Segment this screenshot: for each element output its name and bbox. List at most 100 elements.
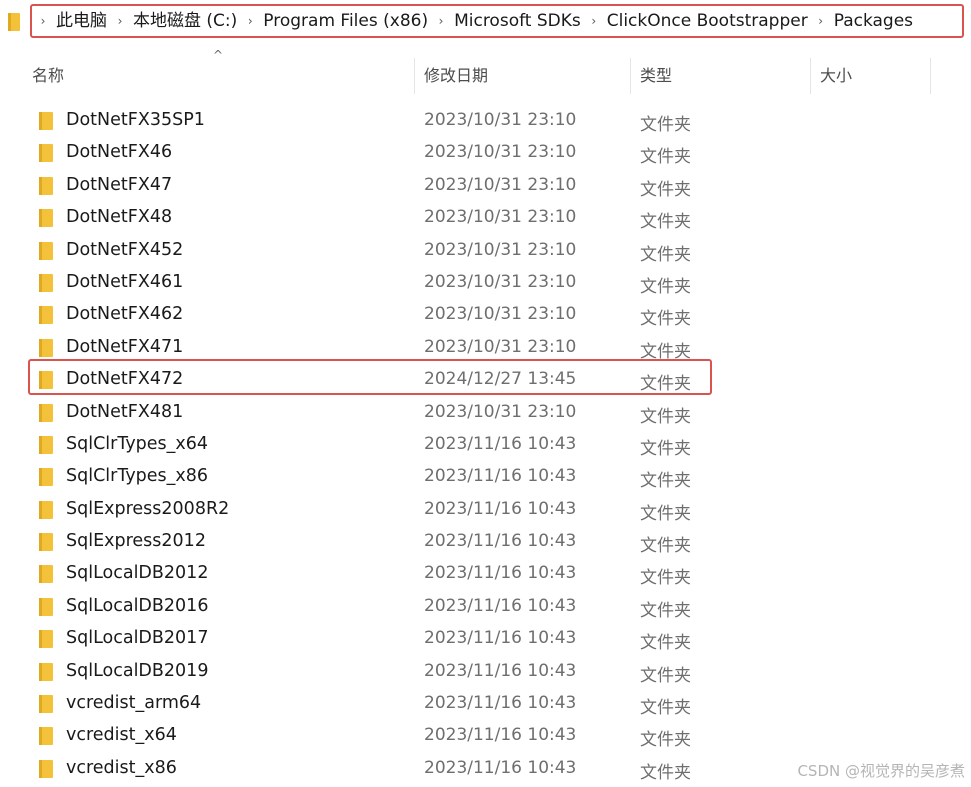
file-name: vcredist_x86 xyxy=(66,757,177,778)
column-header-type[interactable]: 类型 xyxy=(640,62,672,86)
file-row[interactable]: DotNetFX481 2023/10/31 23:10 文件夹 xyxy=(0,396,971,428)
highlight-annotation xyxy=(28,359,712,395)
file-date-modified: 2023/11/16 10:43 xyxy=(424,433,577,454)
file-date-modified: 2023/10/31 23:10 xyxy=(424,271,577,292)
breadcrumb-item[interactable]: Packages xyxy=(830,6,917,36)
file-name: vcredist_arm64 xyxy=(66,693,202,714)
file-name: SqlClrTypes_x86 xyxy=(66,466,209,487)
file-name: DotNetFX46 xyxy=(66,142,173,163)
breadcrumb-item[interactable]: 本地磁盘 (C:) xyxy=(129,6,241,36)
file-date-modified: 2023/11/16 10:43 xyxy=(424,693,577,714)
file-row[interactable]: DotNetFX35SP1 2023/10/31 23:10 文件夹 xyxy=(0,104,971,136)
file-row[interactable]: DotNetFX452 2023/10/31 23:10 文件夹 xyxy=(0,234,971,266)
file-date-modified: 2023/11/16 10:43 xyxy=(424,757,577,778)
file-row[interactable]: SqlLocalDB2012 2023/11/16 10:43 文件夹 xyxy=(0,557,971,589)
file-name: DotNetFX461 xyxy=(66,271,184,292)
folder-icon xyxy=(39,727,53,746)
file-type: 文件夹 xyxy=(640,665,691,686)
sort-ascending-icon: ^ xyxy=(213,48,224,62)
folder-icon xyxy=(39,662,53,681)
column-divider[interactable] xyxy=(630,58,631,94)
file-date-modified: 2023/10/31 23:10 xyxy=(424,207,577,228)
file-date-modified: 2023/10/31 23:10 xyxy=(424,304,577,325)
file-date-modified: 2023/10/31 23:10 xyxy=(424,110,577,130)
file-type: 文件夹 xyxy=(640,698,691,719)
folder-icon xyxy=(39,435,53,454)
file-name: DotNetFX481 xyxy=(66,401,184,422)
file-type: 文件夹 xyxy=(640,179,691,200)
file-name: DotNetFX452 xyxy=(66,239,184,260)
folder-icon xyxy=(39,695,53,714)
file-row[interactable]: SqlLocalDB2016 2023/11/16 10:43 文件夹 xyxy=(0,590,971,622)
folder-icon xyxy=(39,533,53,552)
file-type: 文件夹 xyxy=(640,471,691,492)
file-row[interactable]: SqlClrTypes_x86 2023/11/16 10:43 文件夹 xyxy=(0,460,971,492)
chevron-right-icon[interactable]: › xyxy=(812,14,830,28)
breadcrumb-item[interactable]: ClickOnce Bootstrapper xyxy=(603,6,812,36)
file-type: 文件夹 xyxy=(640,762,691,783)
breadcrumb-item[interactable]: 此电脑 xyxy=(52,6,111,36)
file-row[interactable]: SqlLocalDB2019 2023/11/16 10:43 文件夹 xyxy=(0,655,971,687)
column-header-date-modified[interactable]: 修改日期 xyxy=(424,62,488,86)
file-row[interactable]: SqlExpress2008R2 2023/11/16 10:43 文件夹 xyxy=(0,493,971,525)
folder-icon xyxy=(39,112,53,130)
file-date-modified: 2023/10/31 23:10 xyxy=(424,239,577,260)
file-date-modified: 2023/11/16 10:43 xyxy=(424,628,577,649)
file-type: 文件夹 xyxy=(640,212,691,233)
file-row[interactable]: DotNetFX47 2023/10/31 23:10 文件夹 xyxy=(0,169,971,201)
file-date-modified: 2023/10/31 23:10 xyxy=(424,142,577,163)
file-row[interactable]: vcredist_arm64 2023/11/16 10:43 文件夹 xyxy=(0,687,971,719)
column-header-size[interactable]: 大小 xyxy=(820,62,852,86)
breadcrumb-item[interactable]: Microsoft SDKs xyxy=(450,6,585,36)
column-divider[interactable] xyxy=(810,58,811,94)
file-row[interactable]: SqlLocalDB2017 2023/11/16 10:43 文件夹 xyxy=(0,622,971,654)
chevron-right-icon[interactable]: › xyxy=(111,14,129,28)
file-row[interactable]: DotNetFX461 2023/10/31 23:10 文件夹 xyxy=(0,266,971,298)
folder-icon xyxy=(39,338,53,357)
file-date-modified: 2023/11/16 10:43 xyxy=(424,498,577,519)
folder-icon xyxy=(39,241,53,260)
chevron-right-icon[interactable]: › xyxy=(34,14,52,28)
file-row[interactable]: DotNetFX462 2023/10/31 23:10 文件夹 xyxy=(0,298,971,330)
file-date-modified: 2023/11/16 10:43 xyxy=(424,563,577,584)
file-date-modified: 2023/11/16 10:43 xyxy=(424,725,577,746)
file-row[interactable]: vcredist_x64 2023/11/16 10:43 文件夹 xyxy=(0,719,971,751)
file-name: SqlLocalDB2017 xyxy=(66,628,209,649)
chevron-right-icon[interactable]: › xyxy=(241,14,259,28)
column-divider[interactable] xyxy=(930,58,931,94)
watermark: CSDN @视觉界的吴彦煮 xyxy=(797,762,965,780)
file-type: 文件夹 xyxy=(640,633,691,654)
address-bar-folder-icon xyxy=(8,13,20,31)
file-type: 文件夹 xyxy=(640,730,691,751)
file-name: vcredist_x64 xyxy=(66,725,177,746)
column-header-name[interactable]: 名称 xyxy=(32,62,64,86)
file-name: DotNetFX471 xyxy=(66,336,184,357)
folder-icon xyxy=(39,500,53,519)
file-date-modified: 2023/11/16 10:43 xyxy=(424,660,577,681)
file-row[interactable]: SqlExpress2012 2023/11/16 10:43 文件夹 xyxy=(0,525,971,557)
folder-icon xyxy=(39,176,53,195)
chevron-right-icon[interactable]: › xyxy=(585,14,603,28)
file-type: 文件夹 xyxy=(640,115,691,135)
file-name: DotNetFX48 xyxy=(66,207,173,228)
file-list: DotNetFX35SP1 2023/10/31 23:10 文件夹 DotNetFX… xyxy=(0,104,971,784)
file-type: 文件夹 xyxy=(640,568,691,589)
file-row[interactable]: DotNetFX46 2023/10/31 23:10 文件夹 xyxy=(0,136,971,168)
folder-icon xyxy=(39,565,53,584)
folder-icon xyxy=(39,273,53,292)
folder-icon xyxy=(39,759,53,778)
chevron-right-icon[interactable]: › xyxy=(432,14,450,28)
folder-icon xyxy=(39,306,53,325)
column-divider[interactable] xyxy=(414,58,415,94)
file-type: 文件夹 xyxy=(640,147,691,168)
file-row[interactable]: SqlClrTypes_x64 2023/11/16 10:43 文件夹 xyxy=(0,428,971,460)
file-type: 文件夹 xyxy=(640,406,691,427)
file-name: DotNetFX462 xyxy=(66,304,184,325)
column-header-row: ^ 名称 修改日期 类型 大小 xyxy=(0,48,971,100)
file-row[interactable]: DotNetFX48 2023/10/31 23:10 文件夹 xyxy=(0,201,971,233)
breadcrumb-item[interactable]: Program Files (x86) xyxy=(259,6,432,36)
file-type: 文件夹 xyxy=(640,600,691,621)
file-name: DotNetFX47 xyxy=(66,174,173,195)
file-name: SqlLocalDB2012 xyxy=(66,563,209,584)
folder-icon xyxy=(39,144,53,163)
